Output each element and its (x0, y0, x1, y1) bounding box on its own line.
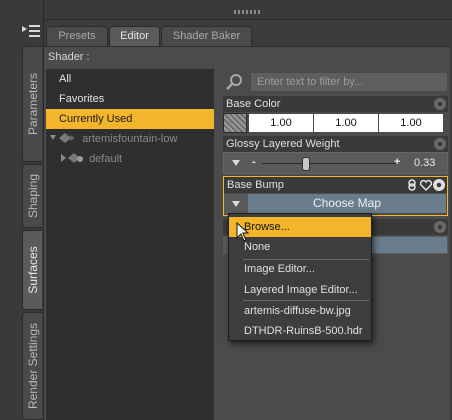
slider-thumb[interactable] (302, 157, 311, 171)
base-bump-header: Base Bump (224, 177, 447, 193)
slider-track[interactable] (262, 163, 396, 164)
resize-grip[interactable] (234, 10, 262, 14)
tab-shaping[interactable]: Shaping (22, 164, 42, 228)
menu-item-none[interactable]: None (229, 237, 371, 257)
chevron-down-icon[interactable] (224, 194, 248, 214)
menu-item-layered-image-editor[interactable]: Layered Image Editor... (229, 280, 371, 300)
list-item-currently-used[interactable]: Currently Used (46, 109, 214, 129)
menu-item-recent-file-1[interactable]: artemis-diffuse-bw.jpg (229, 301, 371, 321)
menu-item-image-editor[interactable]: Image Editor... (229, 259, 371, 279)
shader-label: Shader : (48, 51, 90, 63)
color-value-r[interactable]: 1.00 (249, 114, 313, 132)
tree-node-child[interactable]: default (60, 150, 122, 168)
menu-item-recent-file-2[interactable]: DTHDR-RuinsB-500.hdr (229, 321, 371, 341)
link-icon[interactable] (407, 179, 417, 191)
color-value-b[interactable]: 1.00 (379, 114, 443, 132)
filter-input[interactable]: Enter text to filter by... (250, 72, 448, 92)
gear-icon[interactable] (433, 179, 445, 191)
list-item-all[interactable]: All (46, 69, 214, 89)
search-icon[interactable] (226, 73, 244, 91)
map-button[interactable] (363, 237, 447, 253)
decrement-button[interactable]: - (252, 156, 256, 168)
gear-icon[interactable] (434, 98, 446, 110)
surface-node-icon (61, 153, 83, 163)
figure-node-icon (50, 133, 75, 143)
increment-button[interactable]: + (394, 156, 400, 168)
list-item-favorites[interactable]: Favorites (46, 89, 214, 109)
tab-shader-baker[interactable]: Shader Baker (161, 26, 252, 46)
top-toolbar (44, 0, 452, 20)
chevron-down-icon[interactable] (224, 153, 248, 173)
shader-list: All Favorites Currently Used artemisfoun… (46, 69, 214, 420)
mouse-cursor-icon (236, 222, 250, 242)
glossy-weight-slider-row: - + 0.33 (223, 152, 448, 174)
base-color-header: Base Color (223, 96, 448, 112)
tab-parameters[interactable]: Parameters (22, 46, 42, 162)
choose-map-button[interactable]: Choose Map (248, 194, 446, 213)
menu-item-browse[interactable]: Browse... (229, 217, 371, 237)
heart-icon[interactable] (420, 179, 432, 191)
tab-surfaces[interactable]: Surfaces (22, 230, 42, 310)
tree-node-parent[interactable]: artemisfountain-low (49, 130, 177, 148)
color-value-g[interactable]: 1.00 (314, 114, 378, 132)
gear-icon[interactable] (434, 221, 446, 233)
tab-editor[interactable]: Editor (109, 26, 160, 46)
tab-render-settings[interactable]: Render Settings (22, 312, 42, 420)
glossy-weight-header: Glossy Layered Weight (223, 136, 448, 152)
color-map-swatch[interactable] (223, 113, 247, 133)
tab-presets[interactable]: Presets (46, 26, 108, 46)
slider-value[interactable]: 0.33 (414, 157, 435, 169)
gear-icon[interactable] (434, 138, 446, 150)
panel-menu-icon[interactable] (22, 24, 40, 38)
